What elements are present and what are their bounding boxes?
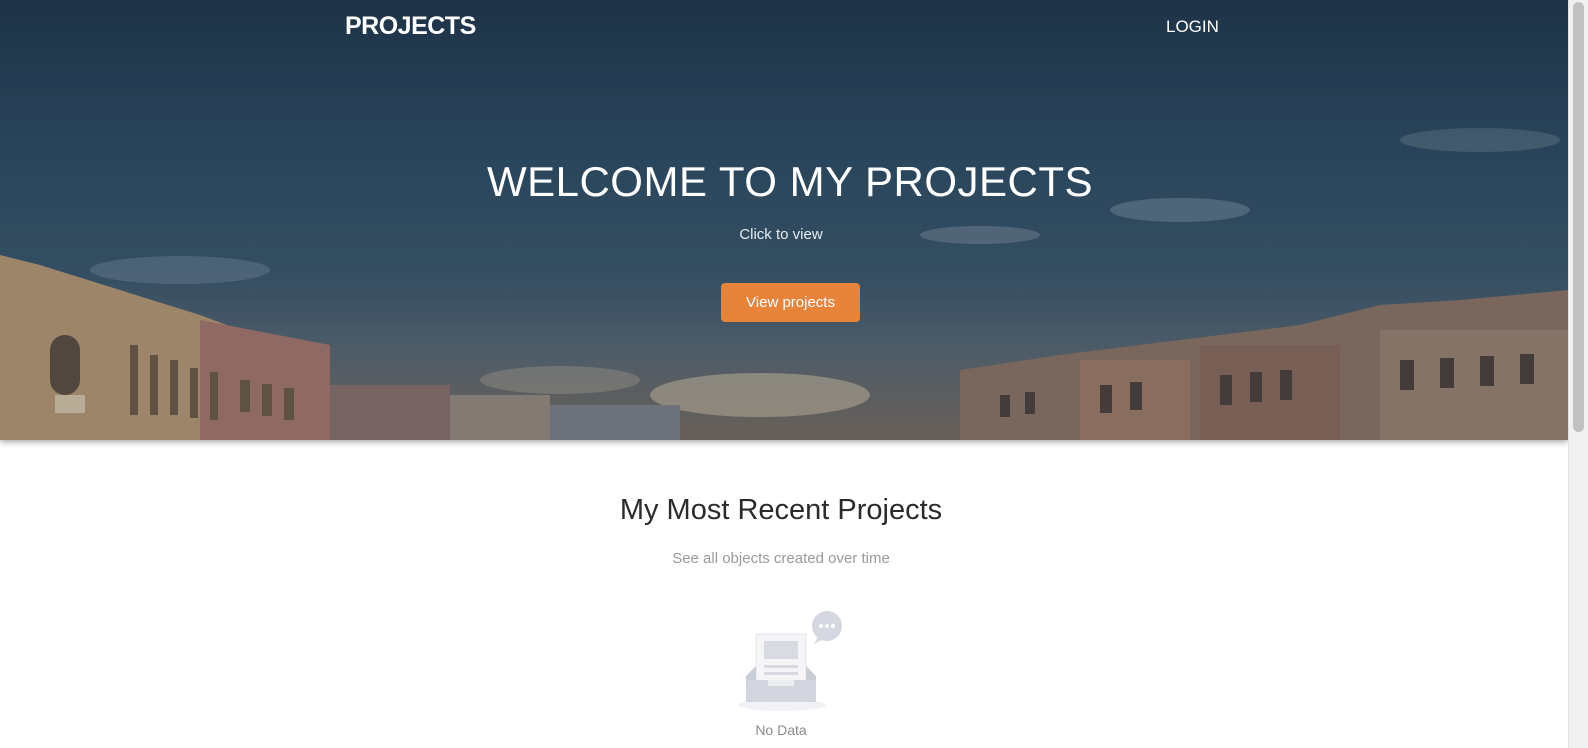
brand-logo-link[interactable]: PROJECTS (345, 12, 476, 41)
section-subtitle: See all objects created over time (672, 550, 890, 567)
scrollbar-thumb[interactable] (1573, 2, 1584, 432)
hero-title: WELCOME TO MY PROJECTS (486, 158, 1094, 205)
login-link[interactable]: LOGIN (1166, 17, 1219, 37)
view-projects-button[interactable]: View projects (721, 283, 860, 322)
section-title: My Most Recent Projects (619, 494, 943, 526)
hero-background-image (0, 0, 1568, 440)
navbar: PROJECTS LOGIN (0, 0, 1568, 56)
hero-banner: PROJECTS LOGIN WELCOME TO MY PROJECTS Cl… (0, 0, 1568, 440)
empty-state-text: No Data (755, 722, 807, 738)
hero-subtitle: Click to view (739, 226, 823, 243)
page: PROJECTS LOGIN WELCOME TO MY PROJECTS Cl… (0, 0, 1568, 748)
empty-inbox-icon (738, 611, 842, 711)
vertical-scrollbar[interactable] (1568, 0, 1588, 748)
